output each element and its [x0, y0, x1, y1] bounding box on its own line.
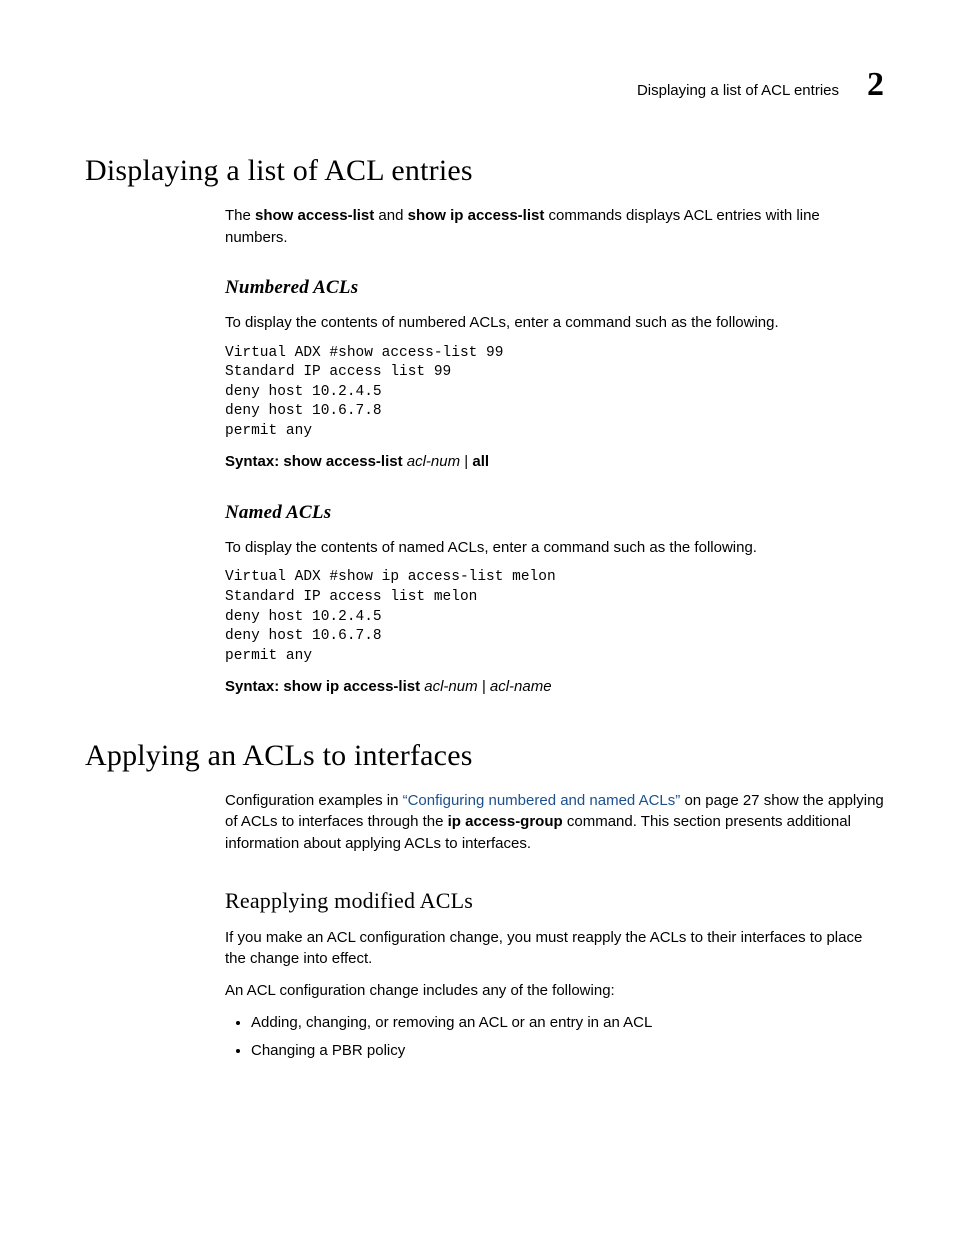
numbered-intro: To display the contents of numbered ACLs…: [225, 312, 884, 334]
chapter-number: 2: [867, 60, 884, 109]
runhead-title: Displaying a list of ACL entries: [637, 80, 839, 102]
syntax-all: all: [472, 453, 489, 470]
syntax-cmd: show access-list: [283, 453, 402, 470]
syntax-sep: |: [478, 678, 490, 695]
section1-intro: The show access-list and show ip access-…: [225, 205, 884, 249]
syntax-sep: |: [460, 453, 472, 470]
named-intro: To display the contents of named ACLs, e…: [225, 537, 884, 559]
syntax-line-named: Syntax: show ip access-list acl-num | ac…: [225, 676, 884, 698]
text: and: [374, 207, 407, 224]
syntax-label: Syntax:: [225, 453, 283, 470]
command-name: show access-list: [255, 207, 374, 224]
reapplying-p1: If you make an ACL configuration change,…: [225, 927, 884, 971]
code-block-named: Virtual ADX #show ip access-list melon S…: [225, 568, 884, 666]
section-heading-applying: Applying an ACLs to interfaces: [85, 734, 884, 778]
reapplying-p2: An ACL configuration change includes any…: [225, 980, 884, 1002]
subheading-numbered-acls: Numbered ACLs: [225, 274, 884, 302]
section-heading-displaying: Displaying a list of ACL entries: [85, 149, 884, 193]
subheading-reapplying: Reapplying modified ACLs: [225, 885, 884, 917]
bullet-list: Adding, changing, or removing an ACL or …: [225, 1012, 884, 1062]
syntax-arg: acl-num: [403, 453, 461, 470]
syntax-label: Syntax:: [225, 678, 283, 695]
list-item: Adding, changing, or removing an ACL or …: [251, 1012, 884, 1034]
command-name: ip access-group: [448, 813, 563, 830]
code-block-numbered: Virtual ADX #show access-list 99 Standar…: [225, 344, 884, 442]
section2-body: Configuration examples in “Configuring n…: [225, 790, 884, 1062]
subheading-named-acls: Named ACLs: [225, 499, 884, 527]
syntax-line-numbered: Syntax: show access-list acl-num | all: [225, 451, 884, 473]
section2-intro: Configuration examples in “Configuring n…: [225, 790, 884, 855]
text: Configuration examples in: [225, 792, 403, 809]
running-header: Displaying a list of ACL entries 2: [85, 60, 884, 109]
text: The: [225, 207, 255, 224]
cross-reference-link[interactable]: “Configuring numbered and named ACLs”: [403, 792, 681, 809]
page-content: Displaying a list of ACL entries 2 Displ…: [0, 0, 954, 1235]
command-name: show ip access-list: [408, 207, 545, 224]
section1-body: The show access-list and show ip access-…: [225, 205, 884, 698]
syntax-arg: acl-num: [420, 678, 478, 695]
syntax-cmd: show ip access-list: [283, 678, 420, 695]
list-item: Changing a PBR policy: [251, 1040, 884, 1062]
syntax-arg: acl-name: [490, 678, 552, 695]
